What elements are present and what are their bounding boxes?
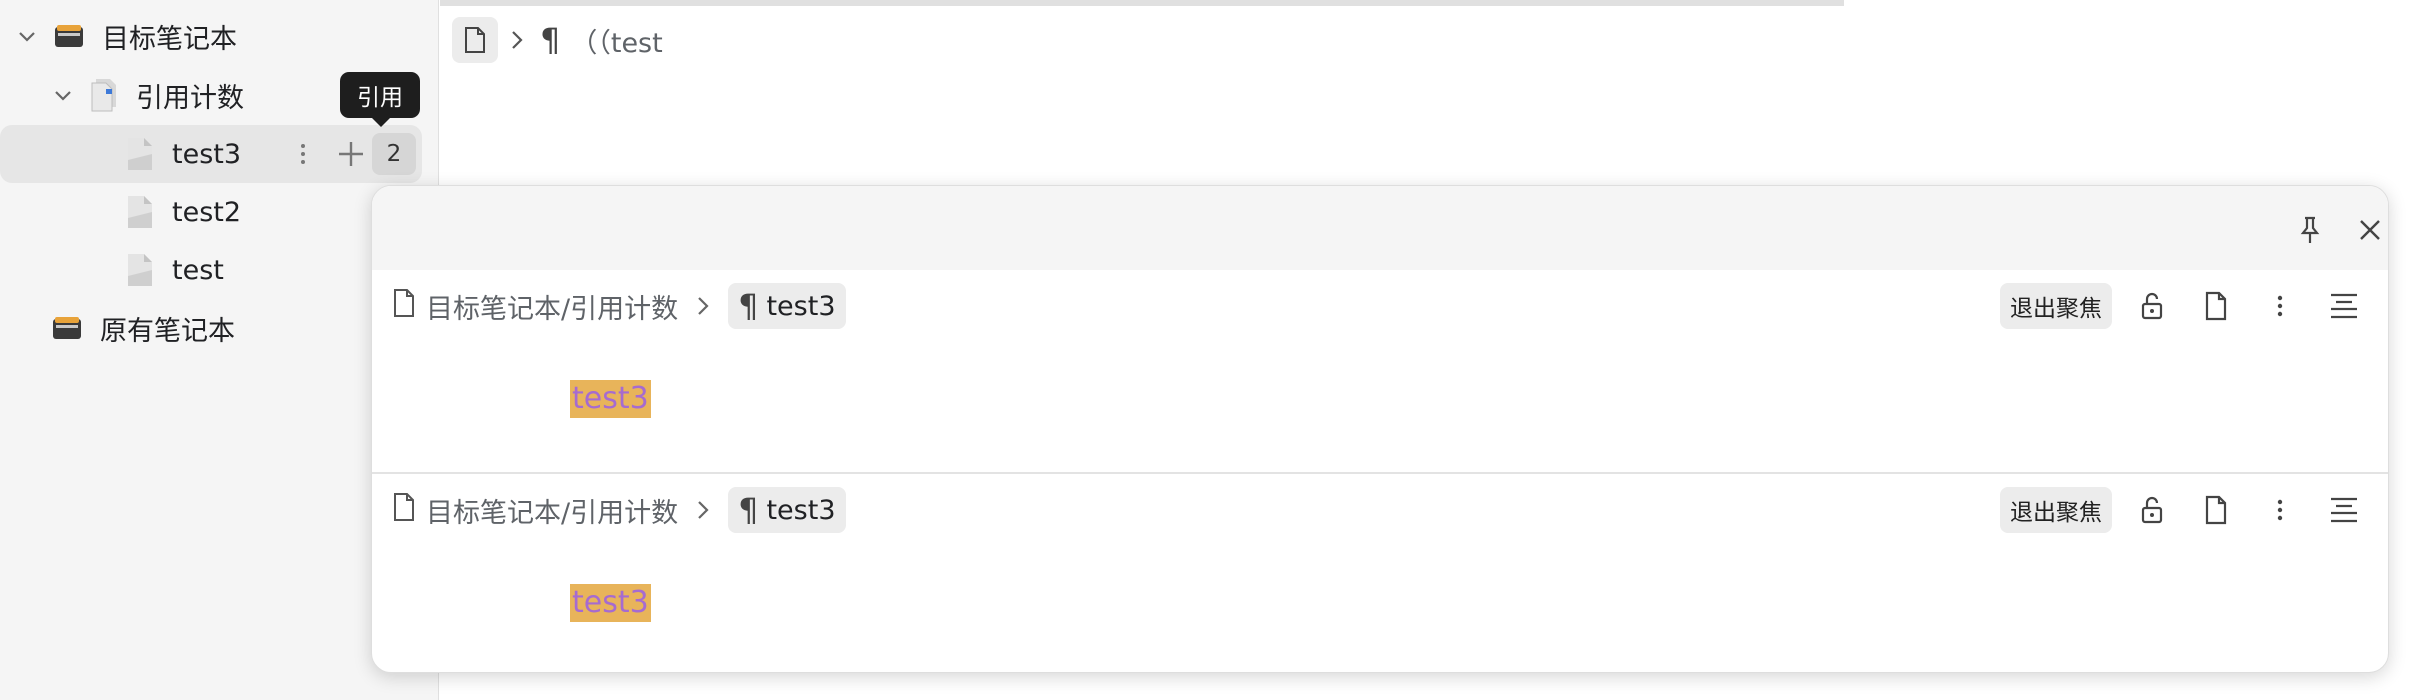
backlink-popup: 目标笔记本/引用计数 ¶ test3 退出聚焦 test3 目标笔记本/引用计数…: [371, 185, 2389, 673]
close-icon[interactable]: [2348, 208, 2388, 252]
tree-doc-test3[interactable]: test3 2: [0, 125, 422, 183]
chevron-right-icon: [502, 25, 532, 55]
panel-breadcrumb: 目标笔记本/引用计数 ¶ test3: [392, 486, 846, 534]
reference-panel: 目标笔记本/引用计数 ¶ test3 退出聚焦 test3: [372, 270, 2388, 470]
tree-label: test2: [172, 196, 242, 228]
document-icon[interactable]: [2194, 488, 2238, 532]
highlighted-reference-text[interactable]: test3: [570, 380, 651, 418]
tree-doc-test[interactable]: test: [0, 241, 422, 299]
editor-breadcrumb: ¶ （（test: [452, 14, 663, 66]
block-label: test3: [766, 494, 836, 526]
reference-count-badge[interactable]: 2: [372, 133, 416, 175]
row-actions: 2: [282, 133, 416, 175]
paragraph-icon: ¶: [738, 491, 759, 529]
panel-breadcrumb: 目标笔记本/引用计数 ¶ test3: [392, 282, 846, 330]
add-icon[interactable]: [330, 133, 372, 175]
chevron-right-icon: [688, 495, 718, 525]
chevron-right-icon: [688, 291, 718, 321]
paragraph-icon: ¶: [738, 287, 759, 325]
document-stack-icon: [88, 77, 120, 113]
tree-label: test: [172, 254, 224, 286]
popup-header: [372, 186, 2388, 270]
tree-label: 目标笔记本: [102, 23, 237, 55]
tree-label: test3: [172, 138, 242, 170]
document-icon: [124, 252, 156, 288]
align-center-icon[interactable]: [2322, 488, 2366, 532]
document-icon[interactable]: [452, 17, 498, 63]
exit-focus-button[interactable]: 退出聚焦: [2000, 283, 2112, 329]
align-center-icon[interactable]: [2322, 284, 2366, 328]
highlighted-reference-text[interactable]: test3: [570, 584, 651, 622]
chevron-down-icon[interactable]: [12, 21, 42, 51]
document-icon: [124, 194, 156, 230]
chevron-down-icon[interactable]: [48, 80, 78, 110]
reference-panel: 目标笔记本/引用计数 ¶ test3 退出聚焦 test3: [372, 472, 2388, 672]
pin-icon[interactable]: [2288, 208, 2332, 252]
block-label: test3: [766, 290, 836, 322]
tooltip-references: 引用: [340, 72, 420, 127]
panel-toolbar: 退出聚焦: [2000, 486, 2388, 534]
panel-toolbar: 退出聚焦: [2000, 282, 2388, 330]
paragraph-icon[interactable]: ¶: [540, 21, 560, 59]
breadcrumb-path[interactable]: 目标笔记本/引用计数: [426, 287, 678, 326]
tree-notebook-original[interactable]: 原有笔记本: [0, 299, 422, 357]
unlock-icon[interactable]: [2130, 488, 2174, 532]
document-icon[interactable]: [392, 492, 416, 529]
tree-notebook-target[interactable]: 目标笔记本: [0, 7, 422, 65]
document-icon: [124, 136, 156, 172]
tree-label: 原有笔记本: [100, 315, 235, 347]
breadcrumb-block-chip[interactable]: ¶ test3: [728, 487, 846, 533]
tree-label: 引用计数: [136, 82, 244, 114]
more-vertical-icon[interactable]: [2258, 488, 2302, 532]
unlock-icon[interactable]: [2130, 284, 2174, 328]
document-icon[interactable]: [392, 288, 416, 325]
breadcrumb-path[interactable]: 目标笔记本/引用计数: [426, 491, 678, 530]
document-icon[interactable]: [2194, 284, 2238, 328]
loading-bar: [440, 0, 1844, 6]
breadcrumb-block-chip[interactable]: ¶ test3: [728, 283, 846, 329]
tree-doc-test2[interactable]: test2: [0, 183, 422, 241]
notebook-icon: [52, 19, 86, 53]
more-vertical-icon[interactable]: [2258, 284, 2302, 328]
notebook-icon: [50, 311, 84, 345]
breadcrumb-block-text[interactable]: （（test: [570, 21, 662, 60]
more-vertical-icon[interactable]: [282, 133, 324, 175]
exit-focus-button[interactable]: 退出聚焦: [2000, 487, 2112, 533]
